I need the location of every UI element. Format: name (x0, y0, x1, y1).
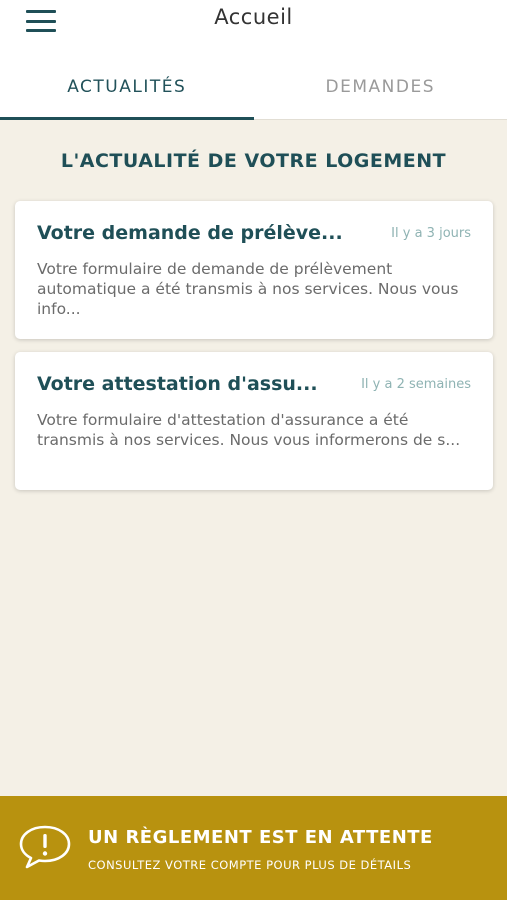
app-header: Accueil ACTUALITÉS DEMANDES (0, 0, 507, 120)
tab-demandes[interactable]: DEMANDES (253, 62, 507, 120)
news-card-timestamp: Il y a 3 jours (391, 225, 471, 241)
news-card-title: Votre attestation d'assu... (37, 373, 318, 395)
news-card[interactable]: Votre demande de prélève... Il y a 3 jou… (15, 201, 493, 339)
news-card-title: Votre demande de prélève... (37, 222, 343, 244)
alert-speech-bubble-icon (19, 825, 71, 869)
banner-subtitle: CONSULTEZ VOTRE COMPTE POUR PLUS DE DÉTA… (88, 858, 412, 872)
tab-actualites[interactable]: ACTUALITÉS (0, 62, 254, 120)
section-title: L'ACTUALITÉ DE VOTRE LOGEMENT (60, 150, 447, 172)
tab-bar: ACTUALITÉS DEMANDES (0, 62, 507, 120)
news-card-body: Votre formulaire de demande de prélèveme… (37, 260, 459, 318)
banner-title: UN RÈGLEMENT EST EN ATTENTE (88, 827, 433, 848)
news-card-timestamp: Il y a 2 semaines (361, 376, 471, 392)
news-card[interactable]: Votre attestation d'assu... Il y a 2 sem… (15, 352, 493, 490)
payment-pending-banner[interactable]: UN RÈGLEMENT EST EN ATTENTE CONSULTEZ VO… (0, 796, 507, 900)
news-card-body: Votre formulaire d'attestation d'assuran… (37, 411, 461, 449)
page-title: Accueil (214, 5, 293, 29)
